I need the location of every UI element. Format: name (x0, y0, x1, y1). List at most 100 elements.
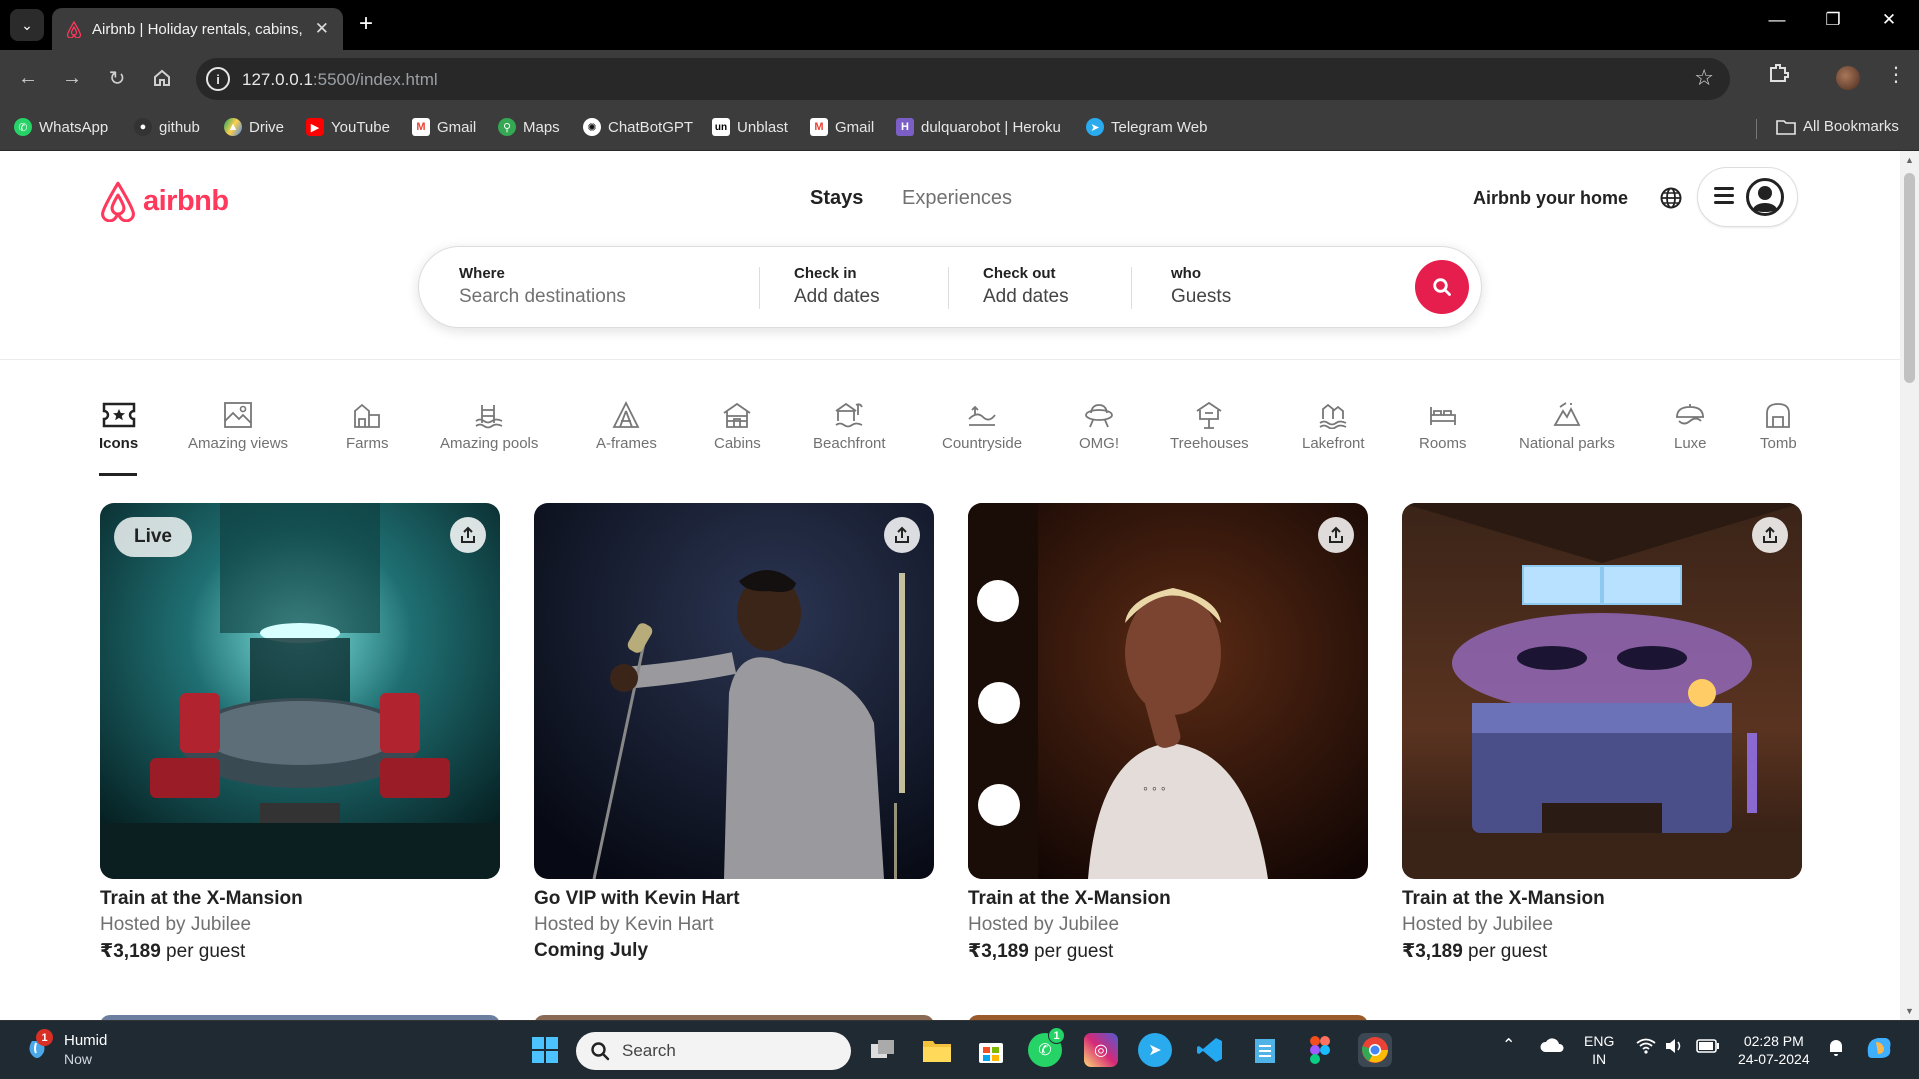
who-field[interactable]: who Guests (1171, 265, 1231, 308)
category-cabins[interactable]: Cabins (714, 401, 761, 452)
minimize-icon[interactable]: — (1762, 10, 1792, 30)
notifications-icon[interactable] (1826, 1037, 1846, 1061)
share-button[interactable] (884, 517, 920, 553)
tab-stays[interactable]: Stays (810, 187, 863, 210)
airbnb-logo[interactable]: airbnb (99, 180, 229, 222)
start-button[interactable] (528, 1033, 562, 1067)
weather-widget[interactable]: 1 Humid Now (22, 1029, 107, 1069)
battery-icon[interactable] (1696, 1039, 1720, 1057)
bookmark-drive[interactable]: ▲ Drive (224, 118, 284, 136)
globe-icon[interactable] (1659, 186, 1683, 210)
where-field[interactable]: Where Search destinations (459, 265, 626, 308)
category-treehouses[interactable]: Treehouses (1170, 401, 1249, 452)
bookmark-heroku[interactable]: Hdulquarobot | Heroku (896, 118, 1061, 136)
chrome-menu-icon[interactable]: ⋮ (1886, 62, 1906, 87)
airbnb-your-home-link[interactable]: Airbnb your home (1473, 188, 1628, 209)
category-label: Amazing views (188, 435, 289, 452)
scroll-up-icon[interactable]: ▲ (1905, 155, 1914, 165)
search-button[interactable] (1415, 260, 1469, 314)
instagram-icon[interactable]: ◎ (1084, 1033, 1118, 1067)
back-icon[interactable]: ← (12, 62, 44, 94)
listing-card[interactable]: ◦ ◦ ◦ Train at the X-Mansion Hosted by J… (968, 503, 1368, 963)
volume-icon[interactable] (1664, 1038, 1684, 1058)
share-button[interactable] (1752, 517, 1788, 553)
listing-photo[interactable]: ◦ ◦ ◦ (968, 503, 1368, 879)
category-lakefront[interactable]: Lakefront (1302, 401, 1365, 452)
new-tab-button[interactable]: + (352, 10, 380, 38)
wifi-icon[interactable] (1636, 1038, 1656, 1058)
scroll-down-icon[interactable]: ▼ (1905, 1006, 1914, 1016)
listing-card[interactable]: Go VIP with Kevin Hart Hosted by Kevin H… (534, 503, 934, 962)
bookmark-github[interactable]: ● github (134, 118, 200, 136)
bookmark-whatsapp[interactable]: ✆ WhatsApp (14, 118, 108, 136)
url-text: 127.0.0.1:5500/index.html (242, 70, 438, 89)
tray-overflow-icon[interactable]: ⌃ (1502, 1037, 1515, 1055)
tab-search-button[interactable]: ⌄ (10, 9, 44, 41)
chrome-taskbar-icon[interactable] (1358, 1033, 1392, 1067)
address-bar[interactable]: i 127.0.0.1:5500/index.html ☆ (196, 58, 1730, 100)
onedrive-icon[interactable] (1540, 1037, 1564, 1057)
all-bookmarks-button[interactable]: All Bookmarks (1776, 118, 1899, 135)
bookmark-gmail-1[interactable]: M Gmail (412, 118, 476, 136)
bookmark-unblast[interactable]: un Unblast (712, 118, 788, 136)
checkin-field[interactable]: Check in Add dates (794, 265, 880, 308)
listing-title[interactable]: Train at the X-Mansion (1402, 888, 1802, 910)
category-farms[interactable]: Farms (346, 401, 389, 452)
browser-tab-active[interactable]: Airbnb | Holiday rentals, cabins, ✕ (52, 8, 343, 50)
listing-card[interactable]: Live Train at the X-Mansion Hosted by Ju… (100, 503, 500, 963)
tab-experiences[interactable]: Experiences (902, 187, 1012, 210)
category-icons[interactable]: Icons (99, 401, 138, 452)
figma-icon[interactable] (1303, 1033, 1337, 1067)
user-menu-button[interactable] (1697, 167, 1798, 227)
listing-photo[interactable]: Live (100, 503, 500, 879)
copilot-icon[interactable] (1864, 1034, 1894, 1066)
where-input[interactable]: Search destinations (459, 286, 626, 308)
listing-title[interactable]: Train at the X-Mansion (968, 888, 1368, 910)
listing-title[interactable]: Train at the X-Mansion (100, 888, 500, 910)
forward-icon[interactable]: → (56, 62, 88, 94)
category-national-parks[interactable]: National parks (1519, 401, 1615, 452)
category-a-frames[interactable]: A-frames (596, 401, 657, 452)
category-beachfront[interactable]: Beachfront (813, 401, 886, 452)
close-window-icon[interactable]: ✕ (1874, 10, 1904, 30)
page-scrollbar[interactable]: ▲ ▼ (1900, 151, 1919, 1020)
site-info-icon[interactable]: i (206, 67, 230, 91)
extensions-icon[interactable] (1768, 62, 1790, 90)
whatsapp-taskbar-icon[interactable]: ✆ 1 (1028, 1027, 1065, 1067)
category-amazing-pools[interactable]: Amazing pools (440, 401, 538, 452)
microsoft-store-icon[interactable] (974, 1033, 1008, 1067)
category-omg[interactable]: OMG! (1079, 401, 1119, 452)
bookmark-maps[interactable]: ⚲ Maps (498, 118, 560, 136)
notepad-icon[interactable] (1248, 1033, 1282, 1067)
bookmark-gmail-2[interactable]: M Gmail (810, 118, 874, 136)
taskbar-search[interactable]: Search (576, 1032, 851, 1070)
listing-title[interactable]: Go VIP with Kevin Hart (534, 888, 934, 910)
listing-photo[interactable] (1402, 503, 1802, 879)
share-button[interactable] (1318, 517, 1354, 553)
category-amazing-views[interactable]: Amazing views (188, 401, 288, 452)
telegram-taskbar-icon[interactable]: ➤ (1138, 1033, 1172, 1067)
language-indicator[interactable]: ENG IN (1584, 1032, 1614, 1068)
file-explorer-icon[interactable] (920, 1033, 954, 1067)
vscode-icon[interactable] (1193, 1033, 1227, 1067)
checkout-field[interactable]: Check out Add dates (983, 265, 1069, 308)
share-button[interactable] (450, 517, 486, 553)
listing-photo[interactable] (534, 503, 934, 879)
category-tomb[interactable]: Tomb (1760, 401, 1797, 452)
scrollbar-thumb[interactable] (1904, 173, 1915, 383)
bookmark-chatbotgpt[interactable]: ✺ ChatBotGPT (583, 118, 693, 136)
restore-icon[interactable]: ❐ (1818, 10, 1848, 30)
bookmark-youtube[interactable]: ▶ YouTube (306, 118, 390, 136)
profile-avatar[interactable] (1836, 66, 1860, 90)
reload-icon[interactable]: ↻ (101, 62, 133, 94)
category-countryside[interactable]: Countryside (942, 401, 1022, 452)
bookmark-star-icon[interactable]: ☆ (1694, 65, 1714, 91)
listing-card[interactable]: Train at the X-Mansion Hosted by Jubilee… (1402, 503, 1802, 963)
task-view-icon[interactable] (866, 1033, 900, 1067)
category-luxe[interactable]: Luxe (1674, 401, 1707, 452)
home-icon[interactable] (146, 62, 178, 94)
category-rooms[interactable]: Rooms (1419, 401, 1467, 452)
clock[interactable]: 02:28 PM 24-07-2024 (1738, 1032, 1810, 1068)
bookmark-telegram[interactable]: ➤ Telegram Web (1086, 118, 1207, 136)
tab-close-icon[interactable]: ✕ (315, 19, 329, 39)
